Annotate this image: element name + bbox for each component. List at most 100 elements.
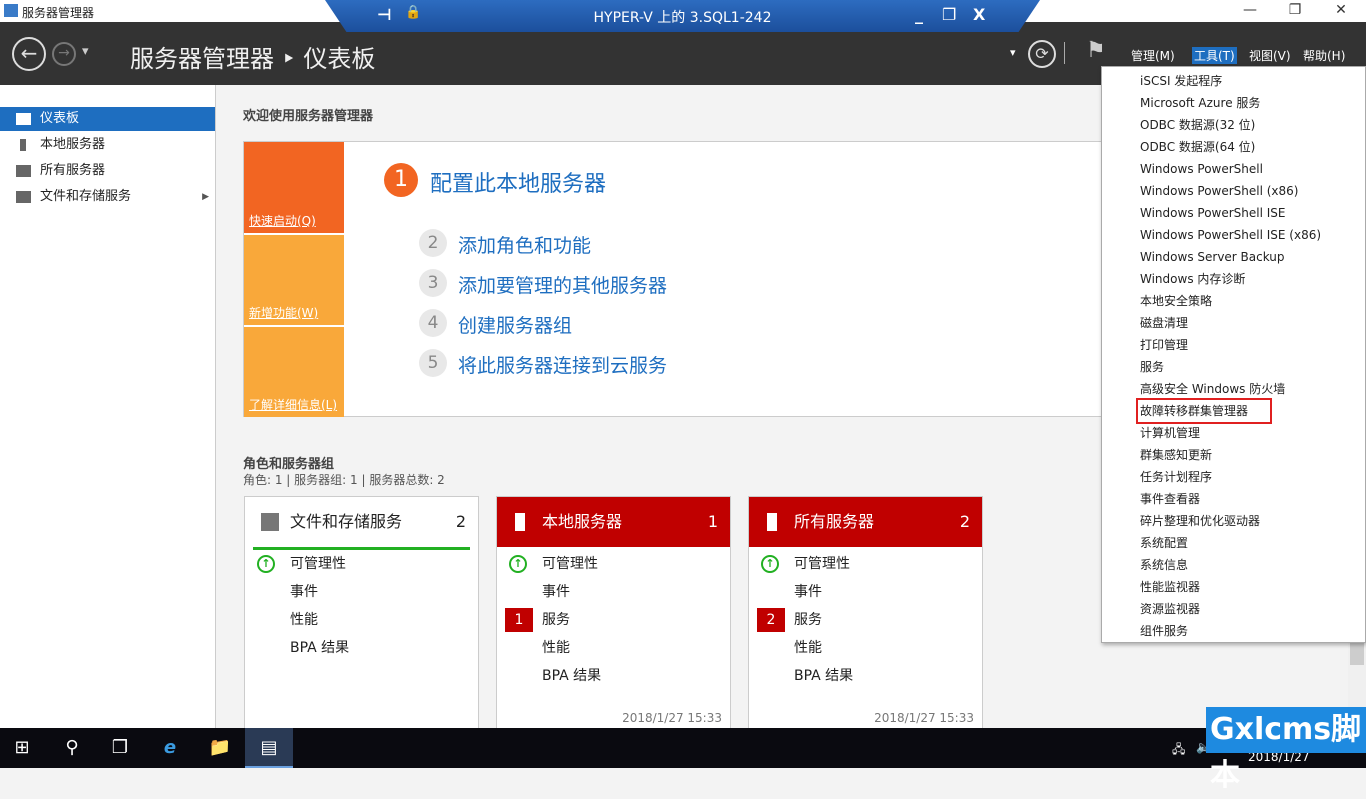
flag-icon[interactable]: ⚑ [1086, 38, 1106, 63]
tile-row[interactable]: 性能 [245, 606, 478, 634]
row-label: 可管理性 [794, 556, 850, 572]
sidebar-item-label: 本地服务器 [40, 137, 106, 152]
tile-row[interactable]: 事件 [749, 578, 982, 606]
menu-item[interactable]: ODBC 数据源(32 位) [1140, 114, 1255, 136]
roles-summary: 角色: 1 | 服务器组: 1 | 服务器总数: 2 [243, 473, 445, 487]
tile-row[interactable]: ↑ 可管理性 [245, 550, 478, 578]
tile-row[interactable]: BPA 结果 [497, 662, 730, 690]
taskbar: ⊞ ⚲ ❐ e 📁 ▤ 🖧 🔈 2018/1/27 [0, 728, 1366, 768]
sidebar-item-label: 文件和存储服务 [40, 189, 132, 204]
search-icon[interactable]: ⚲ [60, 736, 84, 760]
menu-item[interactable]: Microsoft Azure 服务 [1140, 92, 1260, 114]
menu-item[interactable]: 本地安全策略 [1140, 290, 1212, 312]
minimize-button[interactable]: — [1235, 2, 1265, 18]
menu-item[interactable]: 事件查看器 [1140, 488, 1200, 510]
start-button[interactable]: ⊞ [10, 736, 34, 760]
menu-item[interactable]: Windows PowerShell ISE [1140, 202, 1286, 224]
step-create-group[interactable]: 创建服务器组 [458, 311, 572, 338]
dropdown-icon[interactable]: ▾ [1010, 46, 1016, 59]
menu-item[interactable]: 磁盘清理 [1140, 312, 1188, 334]
internet-explorer-icon[interactable]: e [158, 736, 182, 760]
sidebar-item-dashboard[interactable]: 仪表板 [0, 107, 215, 131]
sidebar-item-all-servers[interactable]: 所有服务器 [0, 159, 215, 183]
menu-item[interactable]: Windows PowerShell ISE (x86) [1140, 224, 1321, 246]
step-add-roles[interactable]: 添加角色和功能 [458, 231, 591, 258]
restore-button[interactable]: ❐ [1280, 2, 1310, 18]
row-label: BPA 结果 [290, 640, 350, 656]
tile-row[interactable]: 1 服务 [497, 606, 730, 634]
menu-help[interactable]: 帮助(H) [1303, 47, 1345, 64]
tile-row[interactable]: ↑ 可管理性 [497, 550, 730, 578]
menu-manage[interactable]: 管理(M) [1131, 47, 1175, 64]
menu-item[interactable]: 打印管理 [1140, 334, 1188, 356]
menu-item[interactable]: 任务计划程序 [1140, 466, 1212, 488]
menu-item[interactable]: Windows PowerShell [1140, 158, 1263, 180]
server-manager-icon [4, 4, 18, 17]
network-icon[interactable]: 🖧 [1172, 740, 1185, 761]
tile-title: 所有服务器 [794, 512, 875, 531]
tile-header[interactable]: 所有服务器 2 [749, 497, 982, 547]
tile-row[interactable]: 事件 [245, 578, 478, 606]
menu-item[interactable]: 系统信息 [1140, 554, 1188, 576]
menu-item[interactable]: 系统配置 [1140, 532, 1188, 554]
row-label: 可管理性 [290, 556, 346, 572]
history-dropdown-icon[interactable]: ▾ [82, 44, 89, 59]
tile-row[interactable]: 事件 [497, 578, 730, 606]
tile-row[interactable]: 2 服务 [749, 606, 982, 634]
menu-item[interactable]: 碎片整理和优化驱动器 [1140, 510, 1260, 532]
step-configure-local-server[interactable]: 配置此本地服务器 [430, 166, 606, 198]
menu-item[interactable]: 资源监视器 [1140, 598, 1200, 620]
back-button[interactable]: ← [12, 37, 46, 71]
server-icon [20, 139, 26, 151]
refresh-icon[interactable]: ⟳ [1028, 40, 1056, 68]
server-role-icon [515, 513, 525, 531]
menu-item[interactable]: 群集感知更新 [1140, 444, 1212, 466]
learn-more-tile[interactable]: 了解详细信息(L) [244, 327, 344, 417]
server-manager-taskbar-icon[interactable]: ▤ [245, 728, 293, 768]
file-explorer-icon[interactable]: 📁 [208, 736, 232, 760]
divider [1064, 42, 1065, 64]
whats-new-tile[interactable]: 新增功能(W) [244, 235, 344, 325]
tile-row[interactable]: BPA 结果 [245, 634, 478, 662]
menu-item[interactable]: iSCSI 发起程序 [1140, 70, 1222, 92]
hyperv-minimize-button[interactable]: _ [915, 5, 923, 24]
dashboard-icon [16, 113, 31, 125]
forward-button[interactable]: → [52, 42, 76, 66]
task-view-icon[interactable]: ❐ [108, 736, 132, 760]
menu-tools[interactable]: 工具(T) [1192, 47, 1237, 64]
row-label: 服务 [542, 612, 570, 628]
step-add-servers[interactable]: 添加要管理的其他服务器 [458, 271, 667, 298]
tile-row[interactable]: ↑ 可管理性 [749, 550, 982, 578]
storage-icon [16, 191, 31, 203]
expand-arrow-icon[interactable]: ▶ [202, 185, 209, 209]
menu-item[interactable]: Windows 内存诊断 [1140, 268, 1245, 290]
role-tile[interactable]: 所有服务器 2 ↑ 可管理性 事件 2 服务 性能 BPA 结果 2018/1/27 15:33 [748, 496, 983, 736]
last-updated-time: 2018/1/27 15:33 [874, 711, 974, 725]
tile-row[interactable]: BPA 结果 [749, 662, 982, 690]
menu-view[interactable]: 视图(V) [1249, 47, 1291, 64]
menu-item[interactable]: 计算机管理 [1140, 422, 1200, 444]
sidebar-item-file-storage[interactable]: 文件和存储服务 ▶ [0, 185, 215, 209]
hyperv-restore-button[interactable]: ❐ [942, 5, 956, 24]
menu-item[interactable]: Windows PowerShell (x86) [1140, 180, 1298, 202]
tile-header[interactable]: 文件和存储服务 2 [245, 497, 478, 547]
menu-item[interactable]: 性能监视器 [1140, 576, 1200, 598]
role-tile[interactable]: 本地服务器 1 ↑ 可管理性 事件 1 服务 性能 BPA 结果 2018/1/27 15:33 [496, 496, 731, 736]
menu-item[interactable]: 组件服务 [1140, 620, 1188, 642]
sidebar-item-local-server[interactable]: 本地服务器 [0, 133, 215, 157]
close-button[interactable]: ✕ [1326, 2, 1356, 18]
tile-row[interactable]: 性能 [497, 634, 730, 662]
welcome-panel: 快速启动(Q) 新增功能(W) 了解详细信息(L) 1 配置此本地服务器 2 添… [243, 141, 1113, 417]
menu-item[interactable]: ODBC 数据源(64 位) [1140, 136, 1255, 158]
step-number: 1 [384, 163, 418, 197]
quick-start-tile[interactable]: 快速启动(Q) [244, 142, 344, 233]
menu-item[interactable]: 高级安全 Windows 防火墙 [1140, 378, 1285, 400]
role-tile[interactable]: 文件和存储服务 2 ↑ 可管理性 事件 性能 BPA 结果 [244, 496, 479, 736]
step-connect-cloud[interactable]: 将此服务器连接到云服务 [458, 351, 667, 378]
menu-item[interactable]: Windows Server Backup [1140, 246, 1285, 268]
hyperv-close-button[interactable]: X [973, 5, 985, 24]
tile-header[interactable]: 本地服务器 1 [497, 497, 730, 547]
tile-row[interactable]: 性能 [749, 634, 982, 662]
menu-item[interactable]: 故障转移群集管理器 [1136, 398, 1272, 424]
menu-item[interactable]: 服务 [1140, 356, 1164, 378]
